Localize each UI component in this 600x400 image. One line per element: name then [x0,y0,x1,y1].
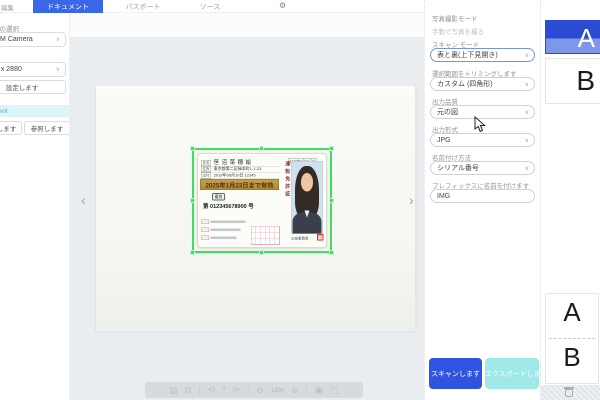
trim-select[interactable]: カスタム (四角形) ∨ [430,77,535,91]
tab-source[interactable]: ソース [192,0,228,13]
chevron-down-icon: ∨ [525,137,529,144]
chevron-down-icon: ∨ [525,81,529,88]
toolbar-separator: | [247,385,249,395]
preview-divider [549,338,595,339]
rotate-right-icon[interactable]: ⟳ [232,385,240,395]
camera-select-value: UM Camera [0,36,33,43]
scan-mode-select[interactable]: 表と裏(上下見開き) ∨ [430,48,535,62]
chevron-down-icon: ∨ [525,109,529,116]
next-page-arrow[interactable]: › [409,195,414,205]
page-thumbnail-a-selected[interactable]: A [545,20,600,54]
export-button[interactable]: エクスポートします [485,358,539,389]
scan-settings-panel: 写真撮影モード 手動で写真を撮る スキャン モード 表と裏(上下見開き) ∨ 選… [424,0,540,400]
quality-value: 元の図 [437,107,458,117]
fit-window-icon[interactable]: ▣ [315,385,324,395]
camera-preview-canvas: ‹ › 氏名 笹沼菜穂絵 1990年1月23日生 住所 東京都第二区緑本町1-1… [70,13,424,400]
image-icon[interactable]: ▤ [169,385,178,395]
zoom-in-icon[interactable]: ⊕ [291,385,299,395]
previous-page-arrow[interactable]: ‹ [81,195,86,205]
scan-mode-value: 表と裏(上下見開き) [437,50,498,60]
preview-front-label: A [546,297,598,328]
selection-handle[interactable] [190,198,195,203]
toolbar-separator: | [305,385,307,395]
selection-handle[interactable] [190,250,195,255]
selection-handle[interactable] [259,250,264,255]
selection-handle[interactable] [329,250,334,255]
resolution-select-value: 0 x 2880 [0,66,22,73]
page-a-label: A [578,23,595,54]
gear-icon[interactable]: ⚙ [279,1,286,10]
zoom-level: 18% [271,387,284,394]
naming-value: シリアル番号 [437,163,479,173]
crop-selection-box[interactable] [192,148,332,253]
page-b-label: B [576,65,595,97]
naming-select[interactable]: シリアル番号 ∨ [430,161,535,175]
resolution-select[interactable]: 0 x 2880 ∨ [0,62,66,77]
canvas-toolbar: ▤ ⧉ | ⟲ 0 ⟳ | ⊖ 18% ⊕ | ▣ ▢ [145,382,363,398]
page-thumbnail-b[interactable]: B [545,58,600,104]
prefix-input-value: IMG [437,193,450,200]
top-tab-bar: 編集 ドキュメント パスポート ソース ⚙ [0,0,424,13]
quality-select[interactable]: 元の図 ∨ [430,105,535,119]
canvas-top-strip [70,13,424,37]
selection-handle[interactable] [329,146,334,151]
combined-output-preview: A B [545,293,599,384]
format-value: JPG [437,137,451,144]
tab-passport[interactable]: パスポート [120,0,166,13]
apply-button[interactable]: 適用します [0,121,22,135]
trim-value: カスタム (四角形) [437,79,493,89]
tab-document[interactable]: ドキュメント [33,0,103,13]
preview-back-label: B [546,342,598,373]
format-select[interactable]: JPG ∨ [430,133,535,147]
chevron-down-icon: ∨ [525,52,529,59]
rotate-left-icon[interactable]: ⟲ [208,385,216,395]
copy-icon[interactable]: ⧉ [185,385,191,395]
selection-handle[interactable] [190,146,195,151]
tab-edit[interactable]: 編集 [1,0,31,13]
scanner-app-window: 編集 ドキュメント パスポート ソース ⚙ カメラの選択 UM Camera ∨… [0,0,600,400]
rotation-angle: 0 [222,387,225,393]
pages-column: A B A B [540,0,600,400]
chevron-down-icon: ∨ [56,66,60,73]
photo-mode-label: 写真撮影モード [432,13,478,23]
set-button[interactable]: 設定します [0,80,66,94]
pages-footer-bar [541,385,600,400]
chevron-down-icon: ∨ [525,165,529,172]
camera-select[interactable]: UM Camera ∨ [0,32,66,47]
crop-frame-icon[interactable]: ▢ [330,385,339,395]
scan-button[interactable]: スキャンします [429,358,482,389]
left-settings-panel: カメラの選択 UM Camera ∨ 解像度 0 x 2880 ∨ 設定します … [0,13,70,400]
device-list-item[interactable]: Document [0,105,70,117]
chevron-down-icon: ∨ [56,36,60,43]
manual-capture-option: 手動で写真を撮る [432,26,484,36]
selection-handle[interactable] [259,146,264,151]
prefix-input[interactable]: IMG [430,189,535,203]
trash-icon[interactable] [565,389,573,397]
browse-button[interactable]: 参照します [24,121,70,135]
zoom-out-icon[interactable]: ⊖ [256,385,264,395]
toolbar-separator: | [198,385,200,395]
selection-handle[interactable] [329,198,334,203]
